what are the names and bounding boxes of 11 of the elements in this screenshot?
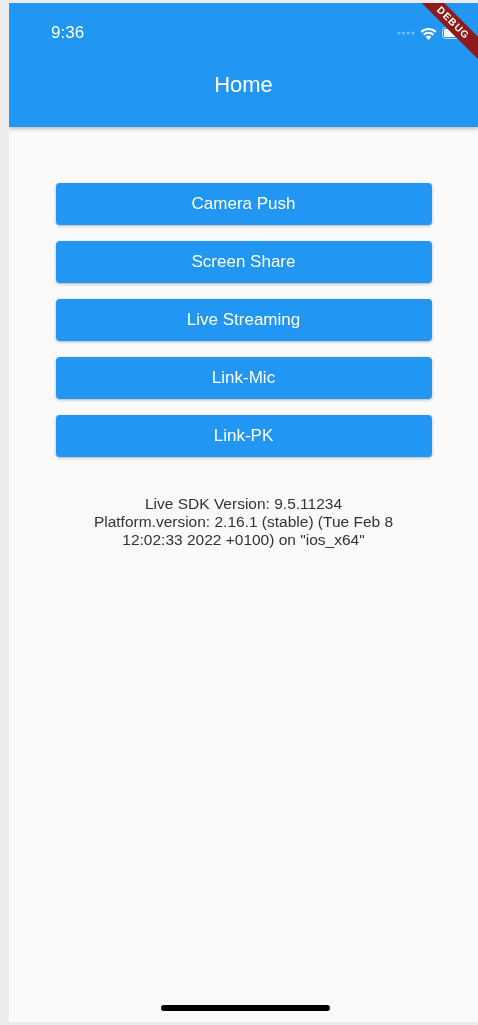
menu-button[interactable]: Link-PK <box>55 415 432 457</box>
signal-icon <box>397 31 415 35</box>
menu-button[interactable]: Link-Mic <box>55 357 432 399</box>
version-text: Platform.version: 2.16.1 (stable) (Tue Feb 8 12:02:33 2022 +0100) on "ios_x64" <box>92 513 395 549</box>
status-time: 9:36 <box>51 23 85 43</box>
screen-title: Home <box>213 72 274 98</box>
wifi-icon <box>420 26 437 40</box>
menu-button[interactable]: Screen Share <box>55 241 432 283</box>
version-text: Live SDK Version: 9.5.11234 <box>143 495 343 513</box>
menu-button[interactable]: Camera Push <box>55 183 432 225</box>
menu-button[interactable]: Live Streaming <box>55 299 432 341</box>
